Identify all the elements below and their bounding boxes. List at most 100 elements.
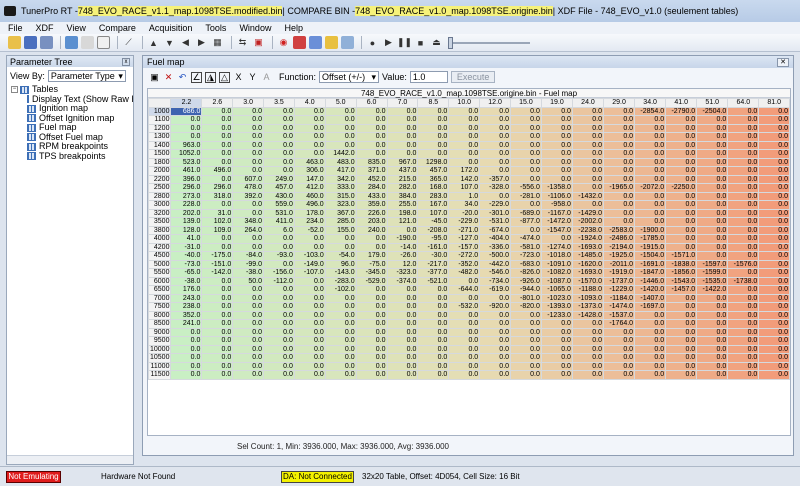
eject-icon[interactable]: ⏏ bbox=[430, 36, 443, 49]
table-cell[interactable]: -442.0 bbox=[479, 259, 512, 269]
table-cell[interactable]: 0.0 bbox=[696, 140, 729, 150]
table-cell[interactable]: 0.0 bbox=[232, 293, 264, 303]
row-header[interactable]: 11500 bbox=[148, 370, 172, 380]
table-cell[interactable]: -1915.0 bbox=[634, 242, 667, 252]
table-cell[interactable]: -1167.0 bbox=[540, 208, 573, 218]
table-cell[interactable]: 352.0 bbox=[170, 310, 203, 320]
table-cell[interactable]: -1856.0 bbox=[665, 268, 698, 278]
table-cell[interactable]: 0.0 bbox=[634, 140, 667, 150]
table-cell[interactable]: -1924.0 bbox=[571, 234, 605, 244]
table-cell[interactable]: 0.0 bbox=[448, 370, 481, 380]
table-cell[interactable]: 0.0 bbox=[758, 336, 790, 346]
table-cell[interactable]: 333.0 bbox=[324, 183, 357, 193]
table-cell[interactable]: 417.0 bbox=[324, 166, 357, 176]
table-cell[interactable]: 0.0 bbox=[696, 123, 729, 133]
table-cell[interactable]: 0.0 bbox=[263, 140, 295, 150]
table-cell[interactable]: 0.0 bbox=[355, 302, 388, 312]
menu-file[interactable]: File bbox=[8, 23, 23, 33]
table-cell[interactable]: -352.0 bbox=[448, 259, 481, 269]
table-cell[interactable]: -2790.0 bbox=[665, 106, 698, 116]
table-cell[interactable]: 0.0 bbox=[634, 149, 667, 159]
menu-acquisition[interactable]: Acquisition bbox=[149, 23, 193, 33]
table-cell[interactable]: -84.0 bbox=[232, 251, 264, 261]
column-header[interactable]: 10.0 bbox=[448, 98, 481, 108]
table-cell[interactable]: 0.0 bbox=[417, 327, 450, 337]
table-cell[interactable]: 0.0 bbox=[263, 123, 295, 133]
column-header[interactable]: 2.2 bbox=[170, 98, 203, 108]
column-header[interactable]: 34.0 bbox=[634, 98, 667, 108]
row-header[interactable]: 8000 bbox=[148, 310, 172, 320]
table-cell[interactable]: -1082.0 bbox=[540, 268, 573, 278]
table-cell[interactable]: 0.0 bbox=[263, 285, 295, 295]
table-cell[interactable]: -1847.0 bbox=[634, 268, 667, 278]
table-cell[interactable]: 0.0 bbox=[758, 242, 790, 252]
table-cell[interactable]: 0.0 bbox=[293, 234, 326, 244]
table-cell[interactable]: 0.0 bbox=[727, 157, 760, 167]
table-cell[interactable]: 0.0 bbox=[201, 310, 234, 320]
table-cell[interactable]: 0.0 bbox=[540, 336, 573, 346]
table-cell[interactable]: 0.0 bbox=[170, 327, 203, 337]
table-cell[interactable]: -1229.0 bbox=[603, 285, 636, 295]
table-cell[interactable]: 203.0 bbox=[355, 217, 388, 227]
table-cell[interactable]: 0.0 bbox=[510, 336, 542, 346]
table-cell[interactable]: 0.0 bbox=[758, 225, 790, 235]
table-cell[interactable]: -1358.0 bbox=[540, 183, 573, 193]
table-cell[interactable]: 155.0 bbox=[324, 225, 357, 235]
table-cell[interactable]: 0.0 bbox=[510, 149, 542, 159]
table-cell[interactable]: 0.0 bbox=[603, 132, 636, 142]
table-cell[interactable]: 0.0 bbox=[571, 200, 605, 210]
table-cell[interactable]: 0.0 bbox=[293, 319, 326, 329]
table-cell[interactable]: 0.0 bbox=[355, 234, 388, 244]
table-cell[interactable]: 0.0 bbox=[355, 293, 388, 303]
table-cell[interactable]: 0.0 bbox=[170, 344, 203, 354]
table-cell[interactable]: 0.0 bbox=[201, 370, 234, 380]
table-cell[interactable]: 0.0 bbox=[232, 327, 264, 337]
table-cell[interactable]: 0.0 bbox=[293, 123, 326, 133]
table-cell[interactable]: 318.0 bbox=[201, 191, 234, 201]
table-cell[interactable]: 0.0 bbox=[727, 191, 760, 201]
table-cell[interactable]: 0.0 bbox=[758, 123, 790, 133]
table-cell[interactable]: 0.0 bbox=[603, 208, 636, 218]
table-cell[interactable]: 0.0 bbox=[355, 370, 388, 380]
table-cell[interactable]: 0.0 bbox=[510, 166, 542, 176]
table-cell[interactable]: -281.0 bbox=[510, 191, 542, 201]
row-header[interactable]: 3800 bbox=[148, 225, 172, 235]
table-cell[interactable]: 0.0 bbox=[603, 217, 636, 227]
table-cell[interactable]: 0.0 bbox=[696, 132, 729, 142]
table-cell[interactable]: 496.0 bbox=[201, 166, 234, 176]
table-cell[interactable]: 1442.0 bbox=[324, 149, 357, 159]
table-cell[interactable]: -151.0 bbox=[201, 259, 234, 269]
table-cell[interactable]: 0.0 bbox=[232, 310, 264, 320]
table-cell[interactable]: 1.0 bbox=[448, 191, 481, 201]
table-cell[interactable]: -532.0 bbox=[448, 302, 481, 312]
table-cell[interactable]: 0.0 bbox=[696, 183, 729, 193]
table-cell[interactable]: -683.0 bbox=[510, 259, 542, 269]
table-cell[interactable]: 0.0 bbox=[201, 140, 234, 150]
table-cell[interactable]: 0.0 bbox=[355, 344, 388, 354]
table-cell[interactable]: 0.0 bbox=[758, 157, 790, 167]
view-by-select[interactable]: Parameter Type ▾ bbox=[47, 70, 126, 82]
table-cell[interactable]: 0.0 bbox=[665, 327, 698, 337]
table-cell[interactable]: 0.0 bbox=[727, 327, 760, 337]
table-cell[interactable]: 0.0 bbox=[665, 208, 698, 218]
table-cell[interactable]: 96.0 bbox=[324, 259, 357, 269]
table-cell[interactable]: -2486.0 bbox=[603, 234, 636, 244]
table-cell[interactable]: 167.0 bbox=[417, 200, 450, 210]
column-header[interactable]: 6.0 bbox=[355, 98, 388, 108]
table-cell[interactable]: -2854.0 bbox=[634, 106, 667, 116]
table-cell[interactable]: 0.0 bbox=[758, 140, 790, 150]
table-cell[interactable]: 0.0 bbox=[634, 166, 667, 176]
table-cell[interactable]: 0.0 bbox=[634, 115, 667, 125]
table-cell[interactable]: -2002.0 bbox=[571, 217, 605, 227]
table-cell[interactable]: 0.0 bbox=[696, 191, 729, 201]
table-cell[interactable]: 0.0 bbox=[510, 370, 542, 380]
table-cell[interactable]: 0.0 bbox=[510, 327, 542, 337]
table-cell[interactable]: 430.0 bbox=[263, 191, 295, 201]
table-cell[interactable]: 0.0 bbox=[696, 361, 729, 371]
table-cell[interactable]: -1571.0 bbox=[665, 251, 698, 261]
table-cell[interactable]: 0.0 bbox=[510, 353, 542, 363]
table-cell[interactable]: 0.0 bbox=[386, 132, 419, 142]
table-cell[interactable]: 0.0 bbox=[665, 140, 698, 150]
table-cell[interactable]: 0.0 bbox=[355, 327, 388, 337]
pause-icon[interactable]: ❚❚ bbox=[397, 36, 412, 49]
